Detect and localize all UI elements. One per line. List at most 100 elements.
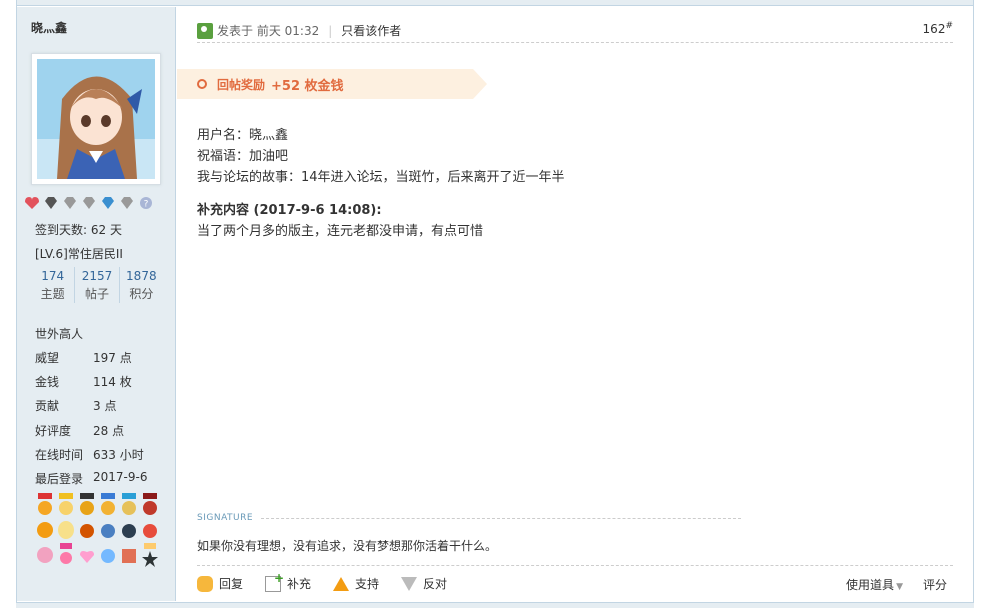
stat-row: 好评度 28 点	[35, 422, 165, 439]
medal-icon[interactable]	[140, 543, 160, 567]
supplement-text: 当了两个月多的版主，连元老都没申请，有点可惜	[197, 224, 484, 239]
stat-row: 最后登录 2017-9-6	[35, 470, 165, 487]
count-label: 积分	[129, 287, 154, 301]
reply-button[interactable]: 回复	[197, 575, 243, 592]
medal-icon[interactable]	[119, 518, 139, 542]
badge-diamond-icon[interactable]	[99, 195, 116, 210]
medal-icon[interactable]	[119, 493, 139, 517]
post-time: 发表于 前天 01:32	[217, 24, 320, 38]
badge-row: ?	[23, 195, 154, 210]
medal-icon[interactable]	[35, 518, 55, 542]
count-posts[interactable]: 2157 帖子	[75, 267, 120, 303]
online-status-icon	[197, 22, 213, 39]
medal-icon[interactable]	[140, 518, 160, 542]
stat-value: 3 点	[93, 399, 117, 413]
medal-icon[interactable]	[119, 543, 139, 567]
author-sidebar: 晓灬鑫 ? 签到天数: 62 天 [LV.6]常住居民II 174 主题 215…	[17, 7, 176, 601]
avatar-frame[interactable]	[31, 53, 161, 185]
stat-value: 633 小时	[93, 448, 144, 462]
content-line: 我与论坛的故事：14年进入论坛，当斑竹，后来离开了近一年半	[197, 170, 565, 185]
floor-number[interactable]: 162#	[923, 21, 953, 36]
footer-right-actions: 使用道具 ▼ 评分	[846, 576, 947, 593]
add-content-button[interactable]: 补充	[265, 571, 312, 592]
stat-key: 金钱	[35, 375, 60, 389]
reply-label: 回复	[219, 577, 244, 591]
post-body: 发表于 前天 01:32 | 只看该作者 162# 回帖奖励 +52 枚金钱 用…	[177, 7, 973, 601]
count-threads[interactable]: 174 主题	[31, 267, 76, 303]
stat-value: 114 枚	[93, 375, 132, 389]
edit-add-icon	[265, 571, 284, 592]
reply-reward-banner: 回帖奖励 +52 枚金钱	[177, 69, 487, 99]
badge-diamond-icon[interactable]	[80, 195, 97, 210]
medal-icon[interactable]	[140, 493, 160, 517]
count-value[interactable]: 2157	[75, 267, 118, 285]
author-name[interactable]: 晓灬鑫	[31, 19, 67, 36]
medal-icon[interactable]	[98, 518, 118, 542]
post-header: 发表于 前天 01:32 | 只看该作者	[197, 19, 953, 43]
signature-text: 如果你没有理想，没有追求，没有梦想那你活着干什么。	[197, 539, 498, 553]
user-level[interactable]: [LV.6]常住居民II	[35, 245, 123, 262]
count-label: 主题	[40, 287, 65, 301]
add-label: 补充	[287, 577, 312, 591]
badge-question-icon[interactable]: ?	[137, 195, 154, 210]
bottom-border	[16, 602, 974, 608]
floor-mark: #	[945, 21, 953, 31]
user-counts: 174 主题 2157 帖子 1878 积分	[31, 267, 163, 303]
reply-icon	[197, 575, 213, 592]
stat-key: 最后登录	[35, 472, 84, 486]
only-author-link[interactable]: 只看该作者	[341, 22, 401, 39]
stat-row: 在线时间 633 小时	[35, 446, 165, 463]
support-button[interactable]: 支持	[333, 575, 379, 592]
divider: |	[328, 23, 333, 38]
reward-ring-icon	[197, 79, 207, 89]
svg-text:?: ?	[143, 199, 148, 209]
stat-value: 2017-9-6	[93, 470, 148, 484]
count-credits[interactable]: 1878 积分	[120, 267, 163, 303]
use-tool-label: 使用道具	[846, 578, 895, 592]
stat-key: 贡献	[35, 399, 60, 413]
reward-label: 回帖奖励	[217, 77, 266, 92]
rate-button[interactable]: 评分	[923, 576, 947, 593]
avatar[interactable]	[37, 59, 155, 179]
signature-divider	[261, 518, 741, 519]
oppose-label: 反对	[423, 577, 448, 591]
stat-key: 在线时间	[35, 448, 84, 462]
medal-icon[interactable]	[35, 543, 55, 567]
medal-icon[interactable]	[77, 518, 97, 542]
badge-diamond-icon[interactable]	[118, 195, 135, 210]
content-line: 祝福语：加油吧	[197, 149, 289, 164]
user-group[interactable]: 世外高人	[35, 325, 83, 342]
badge-diamond-icon[interactable]	[61, 195, 78, 210]
stat-value: 197 点	[93, 351, 132, 365]
stat-row: 威望 197 点	[35, 349, 165, 366]
medal-icon[interactable]	[56, 543, 76, 567]
post-content: 用户名：晓灬鑫 祝福语：加油吧 我与论坛的故事：14年进入论坛，当斑竹，后来离开…	[197, 125, 565, 242]
stat-value: 28 点	[93, 424, 125, 438]
post-footer: 回复 补充 支持 反对 使用道具▼ 评分	[197, 565, 953, 601]
medal-icon[interactable]	[98, 543, 118, 567]
medal-icon[interactable]	[77, 543, 97, 567]
count-value[interactable]: 174	[31, 267, 74, 285]
reward-amount: +52 枚金钱	[271, 78, 344, 94]
signature-label: SIGNATURE	[197, 513, 254, 523]
medal-grid	[35, 493, 163, 567]
stat-key: 好评度	[35, 424, 72, 438]
support-label: 支持	[355, 577, 380, 591]
stat-row: 贡献 3 点	[35, 397, 165, 414]
content-line: 用户名：晓灬鑫	[197, 128, 289, 143]
thumb-down-arrow-icon	[401, 576, 418, 591]
badge-diamond-icon[interactable]	[42, 195, 59, 210]
use-tool-dropdown[interactable]: 使用道具 ▼	[846, 576, 903, 593]
thumb-up-arrow-icon	[333, 576, 350, 591]
medal-icon[interactable]	[56, 518, 76, 542]
medal-icon[interactable]	[35, 493, 55, 517]
badge-heart-icon[interactable]	[23, 195, 40, 210]
floor-value[interactable]: 162	[923, 22, 946, 36]
count-value[interactable]: 1878	[120, 267, 163, 285]
medal-icon[interactable]	[77, 493, 97, 517]
medal-icon[interactable]	[98, 493, 118, 517]
medal-icon[interactable]	[56, 493, 76, 517]
oppose-button[interactable]: 反对	[401, 575, 447, 592]
count-label: 帖子	[84, 287, 109, 301]
chevron-down-icon: ▼	[896, 582, 903, 592]
